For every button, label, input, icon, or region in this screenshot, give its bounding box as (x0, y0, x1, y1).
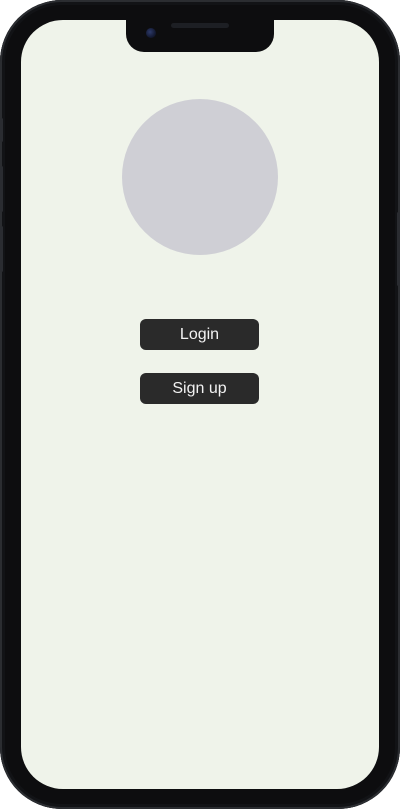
volume-up-button (0, 166, 3, 212)
signup-button[interactable]: Sign up (140, 373, 259, 404)
camera-icon (146, 28, 156, 38)
volume-down-button (0, 226, 3, 272)
app-screen: Login Sign up (21, 20, 379, 789)
silent-switch (0, 118, 3, 142)
login-button[interactable]: Login (140, 319, 259, 350)
notch (126, 20, 274, 52)
phone-frame: Login Sign up (0, 0, 400, 809)
avatar-placeholder (122, 99, 278, 255)
speaker-grille (171, 23, 229, 28)
